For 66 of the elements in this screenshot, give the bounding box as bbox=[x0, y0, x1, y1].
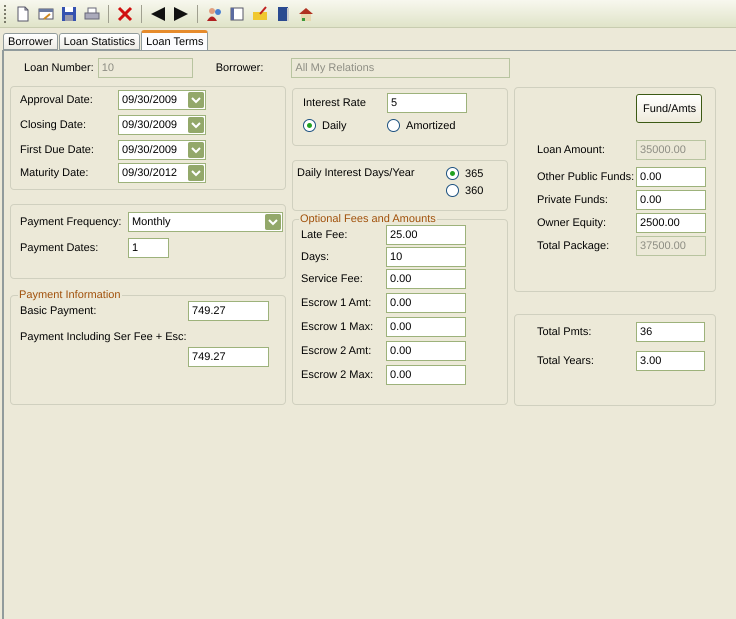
date-picker[interactable]: 09/30/2009 bbox=[118, 140, 206, 160]
field-label: Closing Date: bbox=[20, 119, 88, 131]
text-field[interactable]: 36 bbox=[636, 322, 705, 342]
field-label: Late Fee: bbox=[301, 229, 348, 241]
field-label: Days: bbox=[301, 251, 330, 263]
text-field[interactable]: 0.00 bbox=[386, 341, 466, 361]
group-title: Payment Information bbox=[18, 289, 122, 301]
radio-button[interactable] bbox=[387, 119, 400, 132]
text-field[interactable]: 749.27 bbox=[188, 347, 269, 367]
text-field[interactable]: 3.00 bbox=[636, 351, 705, 371]
text-field[interactable]: 0.00 bbox=[636, 190, 706, 210]
radio-button[interactable] bbox=[446, 184, 459, 197]
tab[interactable]: Loan Statistics bbox=[58, 33, 140, 50]
field-label: Escrow 2 Amt: bbox=[301, 345, 372, 357]
field-label: Basic Payment: bbox=[20, 305, 98, 317]
field-label: First Due Date: bbox=[20, 144, 95, 156]
field-label: Owner Equity: bbox=[537, 217, 608, 229]
text-field[interactable]: 0.00 bbox=[386, 293, 466, 313]
date-picker[interactable]: 09/30/2009 bbox=[118, 90, 206, 110]
field-label: Total Package: bbox=[537, 240, 610, 252]
field-label: Other Public Funds: bbox=[537, 171, 636, 183]
text-field[interactable]: 1 bbox=[128, 238, 169, 258]
radio-option[interactable]: 360 bbox=[446, 184, 507, 197]
field-label: Service Fee: bbox=[301, 273, 364, 285]
tab[interactable]: Loan Terms bbox=[141, 30, 208, 50]
radio-button[interactable] bbox=[303, 119, 316, 132]
radio-option[interactable]: Daily bbox=[303, 119, 387, 132]
field-label: Approval Date: bbox=[20, 94, 94, 106]
field-label: Payment Including Ser Fee + Esc: bbox=[20, 331, 188, 343]
field-label: Interest Rate bbox=[303, 97, 367, 109]
text-field[interactable]: 5 bbox=[387, 93, 467, 113]
text-field[interactable]: 749.27 bbox=[188, 301, 269, 321]
field-label: Loan Number: bbox=[24, 62, 94, 74]
field-label: Escrow 1 Max: bbox=[301, 321, 374, 333]
text-field[interactable]: 10 bbox=[386, 247, 466, 267]
text-field[interactable]: 0.00 bbox=[386, 269, 466, 289]
field-label: Escrow 2 Max: bbox=[301, 369, 374, 381]
text-field[interactable]: 0.00 bbox=[386, 317, 466, 337]
dropdown-icon[interactable] bbox=[265, 214, 281, 230]
dropdown-icon[interactable] bbox=[188, 165, 204, 181]
field-label: Loan Amount: bbox=[537, 144, 606, 156]
text-field[interactable]: 0.00 bbox=[386, 365, 466, 385]
field-label: Total Pmts: bbox=[537, 326, 592, 338]
field-label: Maturity Date: bbox=[20, 167, 90, 179]
radio-option[interactable]: 365 bbox=[446, 167, 507, 180]
fund-amounts-button[interactable]: Fund/Amts bbox=[636, 94, 702, 123]
dropdown-icon[interactable] bbox=[188, 142, 204, 158]
field-label: Payment Dates: bbox=[20, 242, 100, 254]
date-picker[interactable]: 09/30/2009 bbox=[118, 115, 206, 135]
radio-button[interactable] bbox=[446, 167, 459, 180]
dropdown-icon[interactable] bbox=[188, 117, 204, 133]
field-label: Daily Interest Days/Year bbox=[297, 167, 416, 179]
date-picker[interactable]: 09/30/2012 bbox=[118, 163, 206, 183]
text-field[interactable]: 0.00 bbox=[636, 167, 706, 187]
dropdown-icon[interactable] bbox=[188, 92, 204, 108]
text-field[interactable]: 2500.00 bbox=[636, 213, 706, 233]
text-field[interactable]: 25.00 bbox=[386, 225, 466, 245]
radio-option[interactable]: Amortized bbox=[387, 119, 471, 132]
field-label: Payment Frequency: bbox=[20, 216, 122, 228]
field-label: Private Funds: bbox=[537, 194, 609, 206]
tab[interactable]: Borrower bbox=[3, 33, 58, 50]
group-title: Optional Fees and Amounts bbox=[299, 213, 437, 225]
field-label: Borrower: bbox=[216, 62, 264, 74]
field-label: Escrow 1 Amt: bbox=[301, 297, 372, 309]
dropdown[interactable]: Monthly bbox=[128, 212, 283, 232]
field-label: Total Years: bbox=[537, 355, 595, 367]
